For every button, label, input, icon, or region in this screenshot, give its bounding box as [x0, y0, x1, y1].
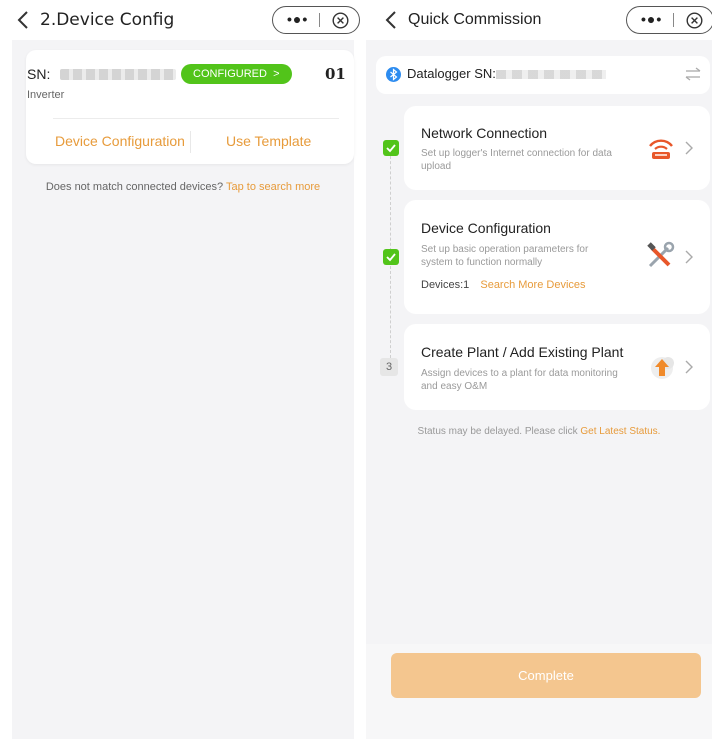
back-icon[interactable]	[382, 9, 402, 31]
step-title: Network Connection	[421, 125, 548, 141]
step-number: 3	[380, 358, 398, 376]
device-index: 01	[325, 65, 346, 83]
step-title: Device Configuration	[421, 220, 551, 236]
step-description: Set up logger's Internet connection for …	[421, 148, 612, 172]
mini-program-capsule: •●•	[272, 6, 360, 34]
device-configuration-button[interactable]: Device Configuration	[55, 133, 185, 149]
header: 2.Device Config •●•	[0, 0, 362, 40]
close-circle-icon[interactable]	[332, 12, 349, 29]
device-count: Devices:1 Search More Devices	[421, 279, 586, 291]
use-template-button[interactable]: Use Template	[226, 133, 311, 149]
checkbox-checked-icon	[383, 140, 399, 156]
router-signal-icon	[649, 139, 673, 159]
divider	[53, 118, 339, 119]
bluetooth-icon	[386, 67, 401, 82]
complete-button[interactable]: Complete	[391, 653, 701, 698]
get-latest-status-link[interactable]: Get Latest Status.	[580, 426, 660, 437]
page-title: Quick Commission	[408, 11, 542, 28]
capsule-divider	[673, 13, 674, 27]
page-title: 2.Device Config	[40, 10, 175, 30]
chevron-right-icon	[685, 141, 693, 155]
cloud-upload-icon	[651, 357, 674, 379]
divider	[190, 131, 191, 153]
capsule-divider	[319, 13, 320, 27]
serial-number-redacted	[60, 69, 176, 80]
device-config-panel: 2.Device Config •●• SN: CONFIGURED > 01 …	[0, 0, 362, 739]
close-circle-icon[interactable]	[686, 12, 703, 29]
hint-text: Does not match connected devices?	[45, 181, 224, 193]
status-text: Status may be delayed. Please click	[417, 426, 578, 437]
timeline-line	[390, 156, 391, 256]
datalogger-sn-label: Datalogger SN:	[407, 66, 496, 81]
datalogger-sn-redacted	[496, 70, 606, 79]
chevron-right-icon: >	[273, 68, 280, 80]
step-description: Set up basic operation parameters for sy…	[421, 244, 589, 268]
status-badge: CONFIGURED >	[181, 64, 292, 84]
device-count-text: Devices:1	[421, 279, 470, 291]
search-hint: Does not match connected devices? Tap to…	[0, 181, 362, 193]
tools-icon	[647, 241, 675, 268]
back-icon[interactable]	[14, 9, 34, 31]
serial-number-label: SN:	[27, 66, 51, 82]
more-icon[interactable]: •●•	[641, 11, 662, 27]
status-note: Status may be delayed. Please click Get …	[366, 426, 712, 437]
tap-to-search-link[interactable]: Tap to search more	[226, 181, 320, 193]
step-description: Assign devices to a plant for data monit…	[421, 368, 618, 392]
timeline-line	[390, 266, 391, 358]
chevron-right-icon	[685, 250, 693, 264]
swap-icon[interactable]	[684, 66, 702, 82]
more-icon[interactable]: •●•	[287, 11, 308, 27]
search-more-devices-link[interactable]: Search More Devices	[480, 279, 585, 291]
step-title: Create Plant / Add Existing Plant	[421, 344, 624, 360]
device-type: Inverter	[27, 89, 65, 101]
mini-program-capsule: •●•	[626, 6, 712, 34]
checkbox-checked-icon	[383, 249, 399, 265]
quick-commission-panel: Quick Commission •●• Datalogger SN: Netw…	[366, 0, 712, 739]
header: Quick Commission •●•	[366, 0, 712, 40]
chevron-right-icon	[685, 360, 693, 374]
